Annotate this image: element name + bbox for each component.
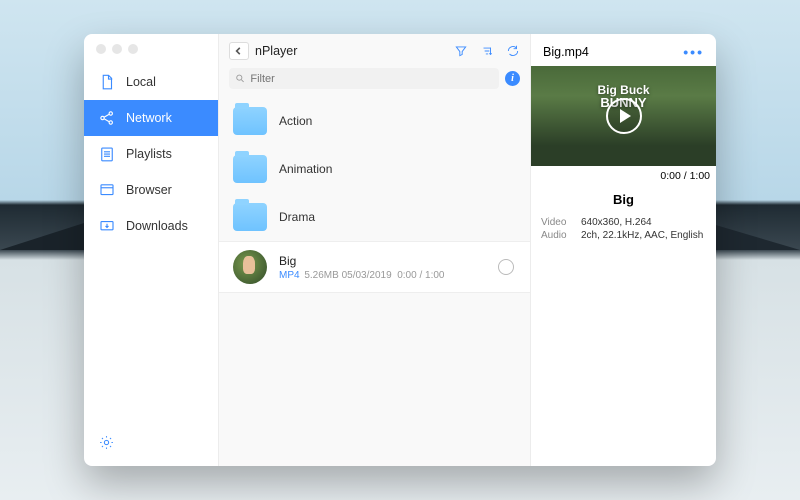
file-name: Big <box>279 254 486 268</box>
browser-icon <box>98 181 116 199</box>
playback-time: 0:00 / 1:00 <box>531 166 716 186</box>
filter-icon[interactable] <box>454 44 468 58</box>
folder-row[interactable]: Action <box>219 97 530 145</box>
folder-icon <box>233 203 267 231</box>
file-meta: MP4 5.26MB 05/03/2019 0:00 / 1:00 <box>279 270 486 281</box>
detail-panel: Big.mp4 ••• Big Buck BUNNY 0:00 / 1:00 B… <box>531 34 716 466</box>
sidebar-item-playlists[interactable]: Playlists <box>84 136 218 172</box>
zoom-dot[interactable] <box>128 44 138 54</box>
close-dot[interactable] <box>96 44 106 54</box>
window-controls[interactable] <box>96 44 138 54</box>
sidebar-item-label: Network <box>126 111 172 125</box>
more-button[interactable]: ••• <box>683 44 704 60</box>
sidebar-item-label: Browser <box>126 183 172 197</box>
filter-input-wrap[interactable] <box>229 68 499 89</box>
app-window: Local Network Playlists Browser Download… <box>84 34 716 466</box>
folder-name: Action <box>279 114 312 128</box>
info-button[interactable]: i <box>505 71 520 86</box>
breadcrumb: nPlayer <box>255 44 448 58</box>
folder-row[interactable]: Animation <box>219 145 530 193</box>
video-preview[interactable]: Big Buck BUNNY <box>531 66 716 166</box>
file-browser: nPlayer i Action Animation <box>219 34 531 466</box>
folder-name: Drama <box>279 210 315 224</box>
minimize-dot[interactable] <box>112 44 122 54</box>
detail-filename: Big.mp4 <box>543 45 589 59</box>
sidebar-item-label: Playlists <box>126 147 172 161</box>
file-list: Action Animation Drama Big MP4 5.26MB 05… <box>219 97 530 466</box>
search-icon <box>235 73 245 84</box>
settings-button[interactable] <box>84 424 218 466</box>
sidebar: Local Network Playlists Browser Download… <box>84 34 219 466</box>
sort-icon[interactable] <box>480 44 494 58</box>
folder-icon <box>233 155 267 183</box>
download-icon <box>98 217 116 235</box>
sidebar-item-browser[interactable]: Browser <box>84 172 218 208</box>
sidebar-item-label: Local <box>126 75 156 89</box>
sidebar-item-local[interactable]: Local <box>84 64 218 100</box>
file-row[interactable]: Big MP4 5.26MB 05/03/2019 0:00 / 1:00 <box>219 241 530 293</box>
sidebar-item-label: Downloads <box>126 219 188 233</box>
folder-row[interactable]: Drama <box>219 193 530 241</box>
file-thumbnail <box>233 250 267 284</box>
media-specs: Video640x360, H.264 Audio2ch, 22.1kHz, A… <box>531 217 716 243</box>
filter-input[interactable] <box>250 73 493 85</box>
list-doc-icon <box>98 145 116 163</box>
back-button[interactable] <box>229 42 249 60</box>
gear-icon <box>98 434 115 451</box>
detail-title: Big <box>531 186 716 217</box>
chevron-left-icon <box>235 47 243 55</box>
folder-name: Animation <box>279 162 332 176</box>
folder-icon <box>233 107 267 135</box>
document-icon <box>98 73 116 91</box>
refresh-icon[interactable] <box>506 44 520 58</box>
share-icon <box>98 109 116 127</box>
select-radio[interactable] <box>498 259 514 275</box>
sidebar-item-network[interactable]: Network <box>84 100 218 136</box>
sidebar-item-downloads[interactable]: Downloads <box>84 208 218 244</box>
play-icon[interactable] <box>606 98 642 134</box>
